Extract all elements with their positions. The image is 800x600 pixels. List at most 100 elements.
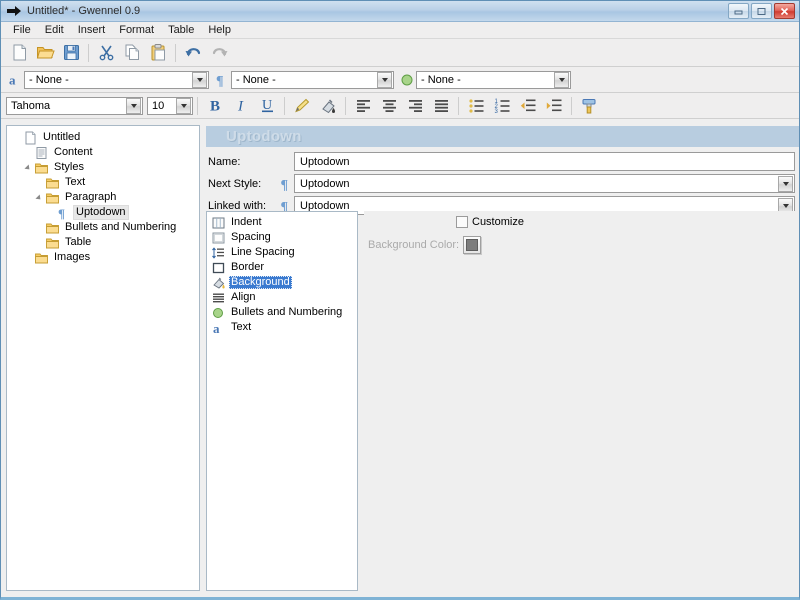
chevron-down-icon[interactable] bbox=[126, 98, 141, 114]
highlight-color-button[interactable] bbox=[315, 94, 341, 118]
menu-insert[interactable]: Insert bbox=[71, 23, 113, 38]
style-editor-pane: Uptodown Name: Uptodown Next Style: ¶ bbox=[204, 123, 799, 597]
font-size-value: 10 bbox=[152, 100, 176, 112]
font-name-combo[interactable]: Tahoma bbox=[6, 97, 143, 115]
green-bullet-icon bbox=[398, 73, 416, 87]
menu-help[interactable]: Help bbox=[201, 23, 238, 38]
new-document-button[interactable] bbox=[6, 41, 32, 65]
toolbar-separator bbox=[571, 97, 572, 115]
menu-format[interactable]: Format bbox=[112, 23, 161, 38]
green-bullet-icon bbox=[210, 306, 226, 320]
customize-label: Customize bbox=[472, 216, 524, 228]
tree-item-styles[interactable]: Styles bbox=[11, 160, 199, 175]
character-style-a-icon: a bbox=[6, 73, 24, 87]
format-painter-button[interactable] bbox=[576, 94, 602, 118]
chevron-down-icon[interactable] bbox=[176, 98, 191, 114]
category-item-spacing[interactable]: Spacing bbox=[210, 230, 357, 245]
tree-indent bbox=[11, 160, 22, 175]
category-item-align[interactable]: Align bbox=[210, 290, 357, 305]
folder-icon bbox=[44, 191, 60, 205]
tree-item-content[interactable]: Content bbox=[11, 145, 199, 160]
underline-button[interactable]: U bbox=[254, 94, 280, 118]
document-tree: UntitledContentStylesTextParagraph¶Uptod… bbox=[7, 126, 199, 265]
tree-item-label: Uptodown bbox=[73, 205, 129, 220]
arrow-icon bbox=[6, 4, 22, 18]
tree-item-paragraph[interactable]: Paragraph bbox=[11, 190, 199, 205]
category-item-bullets-and-numbering[interactable]: Bullets and Numbering bbox=[210, 305, 357, 320]
menu-file[interactable]: File bbox=[6, 23, 38, 38]
document-tree-panel[interactable]: UntitledContentStylesTextParagraph¶Uptod… bbox=[6, 125, 200, 591]
undo-button[interactable] bbox=[180, 41, 206, 65]
menu-edit[interactable]: Edit bbox=[38, 23, 71, 38]
font-size-combo[interactable]: 10 bbox=[147, 97, 193, 115]
chevron-down-icon[interactable] bbox=[554, 72, 569, 88]
redo-button[interactable] bbox=[206, 41, 232, 65]
chevron-down-icon[interactable] bbox=[377, 72, 392, 88]
category-item-indent[interactable]: Indent bbox=[210, 215, 357, 230]
next-style-field-row: Next Style: ¶ Uptodown bbox=[206, 173, 795, 194]
tree-indent bbox=[11, 145, 22, 160]
tree-item-table[interactable]: Table bbox=[11, 235, 199, 250]
tree-item-bullets-and-numbering[interactable]: Bullets and Numbering bbox=[11, 220, 199, 235]
cut-button[interactable] bbox=[93, 41, 119, 65]
main-toolbar bbox=[1, 39, 799, 67]
menu-table[interactable]: Table bbox=[161, 23, 201, 38]
tree-item-uptodown[interactable]: ¶Uptodown bbox=[11, 205, 199, 220]
minimize-button[interactable] bbox=[728, 3, 749, 19]
tree-item-label: Untitled bbox=[40, 131, 83, 144]
next-style-combo[interactable]: Uptodown bbox=[294, 174, 795, 193]
list-style-combo[interactable]: - None - bbox=[416, 71, 571, 89]
align-right-button[interactable] bbox=[402, 94, 428, 118]
tree-indent bbox=[22, 235, 33, 250]
increase-indent-button[interactable] bbox=[541, 94, 567, 118]
align-justify-button[interactable] bbox=[428, 94, 454, 118]
copy-button[interactable] bbox=[119, 41, 145, 65]
tree-item-text[interactable]: Text bbox=[11, 175, 199, 190]
category-item-border[interactable]: Border bbox=[210, 260, 357, 275]
text-color-button[interactable] bbox=[289, 94, 315, 118]
paragraph-style-value: - None - bbox=[236, 74, 377, 86]
tree-indent bbox=[22, 190, 33, 205]
tree-expander-spacer bbox=[33, 235, 44, 250]
paragraph-style-combo[interactable]: - None - bbox=[231, 71, 394, 89]
chevron-down-icon[interactable] bbox=[778, 176, 793, 192]
open-button[interactable] bbox=[32, 41, 58, 65]
close-button[interactable] bbox=[774, 3, 795, 19]
tree-item-untitled[interactable]: Untitled bbox=[11, 130, 199, 145]
tree-expander-icon[interactable] bbox=[33, 190, 44, 205]
customize-checkbox-row[interactable]: Customize bbox=[456, 216, 524, 228]
bullet-list-button[interactable] bbox=[463, 94, 489, 118]
toolbar-separator bbox=[284, 97, 285, 115]
chevron-down-icon[interactable] bbox=[192, 72, 207, 88]
maximize-button[interactable] bbox=[751, 3, 772, 19]
category-item-line-spacing[interactable]: Line Spacing bbox=[210, 245, 357, 260]
italic-button[interactable]: I bbox=[228, 94, 254, 118]
tree-expander-icon[interactable] bbox=[22, 160, 33, 175]
paint-bucket-icon bbox=[210, 276, 226, 290]
align-center-button[interactable] bbox=[376, 94, 402, 118]
tree-item-label: Bullets and Numbering bbox=[62, 221, 179, 234]
category-item-background[interactable]: Background bbox=[210, 275, 357, 290]
align-icon bbox=[210, 291, 226, 305]
character-style-combo[interactable]: - None - bbox=[24, 71, 209, 89]
name-input[interactable]: Uptodown bbox=[294, 152, 795, 171]
background-color-swatch-button[interactable] bbox=[463, 236, 481, 254]
tree-item-images[interactable]: Images bbox=[11, 250, 199, 265]
numbered-list-button[interactable]: 123 bbox=[489, 94, 515, 118]
align-left-button[interactable] bbox=[350, 94, 376, 118]
svg-text:B: B bbox=[210, 99, 220, 115]
tree-item-label: Table bbox=[62, 236, 94, 249]
customize-checkbox[interactable] bbox=[456, 216, 468, 228]
tree-expander-spacer bbox=[33, 220, 44, 235]
folder-icon bbox=[33, 161, 49, 175]
style-category-list: IndentSpacingLine SpacingBorderBackgroun… bbox=[207, 212, 357, 335]
category-item-text[interactable]: aText bbox=[210, 320, 357, 335]
list-style-value: - None - bbox=[421, 74, 554, 86]
save-button[interactable] bbox=[58, 41, 84, 65]
decrease-indent-button[interactable] bbox=[515, 94, 541, 118]
style-category-panel[interactable]: IndentSpacingLine SpacingBorderBackgroun… bbox=[206, 211, 358, 591]
name-field-row: Name: Uptodown bbox=[206, 151, 795, 172]
bold-button[interactable]: B bbox=[202, 94, 228, 118]
paste-button[interactable] bbox=[145, 41, 171, 65]
tree-indent bbox=[22, 220, 33, 235]
